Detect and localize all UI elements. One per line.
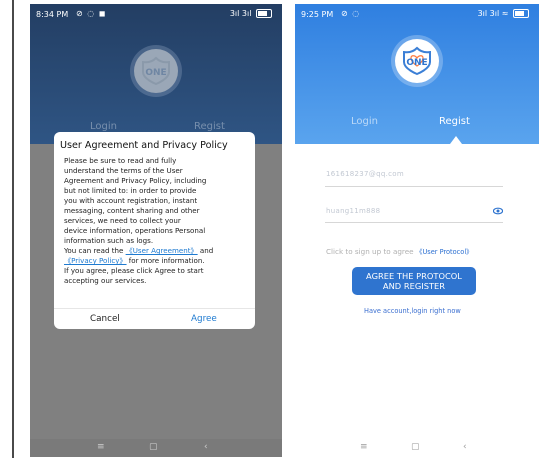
timer-icon: ◌ (87, 9, 95, 18)
system-nav-bar: ≡ ▢ ‹ (30, 439, 282, 457)
body-line: you with account registration, instant (64, 196, 198, 205)
dialog-divider (54, 308, 255, 309)
phone-screenshot-register: 9:25 PM ⊘ ◌ 3ıl 3ıl ≈ ONE Login Regist 1… (295, 4, 539, 457)
signup-text: Click to sign up to agree (326, 247, 416, 256)
shield-heart-logo-icon: ONE (142, 56, 170, 86)
agree-line-1: If you agree, please click Agree to star… (64, 266, 204, 275)
body-line: Please be sure to read and fully (64, 156, 177, 165)
phone-screenshot-agreement: 8:34 PM ⊘ ◌ ◼ 3ıl 3ıl ONE Login Regist U… (30, 4, 282, 457)
alarm-icon: ⊘ (76, 9, 83, 18)
signup-agree-text: Click to sign up to agree 《User Protocol… (326, 246, 473, 256)
privacy-policy-link[interactable]: 《Privacy Policy》 (64, 256, 127, 265)
svg-text:ONE: ONE (145, 68, 166, 78)
user-protocol-link[interactable]: 《User Protocol》 (416, 248, 473, 256)
agree-button-line2: AND REGISTER (382, 281, 446, 291)
status-bar: 9:25 PM ⊘ ◌ 3ıl 3ıl ≈ (295, 4, 539, 26)
readmore-suffix: for more information. (126, 256, 205, 265)
nav-home-icon[interactable]: ▢ (149, 442, 158, 452)
body-line: but not limited to: in order to provide (64, 186, 197, 195)
login-now-link[interactable]: Have account,login right now (364, 307, 461, 315)
status-time: 8:34 PM (36, 10, 69, 19)
email-underline (325, 186, 503, 187)
svg-text:ONE: ONE (406, 58, 427, 68)
email-field[interactable]: 161618237@qq.com (326, 170, 404, 178)
app-notification-icon: ◼ (98, 9, 106, 18)
app-logo: ONE (395, 39, 439, 83)
battery-icon (513, 9, 529, 18)
user-agreement-link[interactable]: 《User Agreement》 (126, 246, 198, 255)
tab-login[interactable]: Login (90, 121, 117, 132)
app-header: 8:34 PM ⊘ ◌ ◼ 3ıl 3ıl ONE Login Regist (30, 4, 282, 144)
status-notification-icons: ⊘ ◌ (339, 9, 359, 18)
body-line: information such as logs. (64, 236, 154, 245)
cancel-button[interactable]: Cancel (90, 314, 120, 324)
agree-button-line1: AGREE THE PROTOCOL (366, 271, 462, 281)
agree-line-2: accepting our services. (64, 276, 147, 285)
alarm-icon: ⊘ (341, 9, 348, 18)
dialog-title: User Agreement and Privacy Policy (60, 140, 228, 151)
tab-regist[interactable]: Regist (439, 116, 470, 127)
nav-home-icon[interactable]: ▢ (411, 442, 420, 452)
nav-menu-icon[interactable]: ≡ (97, 442, 105, 452)
dialog-body: Please be sure to read and fully underst… (64, 156, 249, 286)
nav-back-icon[interactable]: ‹ (463, 442, 467, 452)
password-field[interactable]: huang11m888 (326, 207, 380, 215)
timer-icon: ◌ (352, 9, 360, 18)
app-header: 9:25 PM ⊘ ◌ 3ıl 3ıl ≈ ONE Login Regist (295, 4, 539, 144)
body-line: Agreement and Privacy Policy, including (64, 176, 207, 185)
readmore-line-2: 《Privacy Policy》 for more information. (64, 256, 249, 266)
status-time: 9:25 PM (301, 10, 334, 19)
app-logo: ONE (134, 49, 178, 93)
body-line: services, we need to collect your (64, 216, 181, 225)
password-underline (325, 222, 503, 223)
agree-register-button[interactable]: AGREE THE PROTOCOL AND REGISTER (352, 267, 476, 295)
tab-login[interactable]: Login (351, 116, 378, 127)
agree-button[interactable]: Agree (191, 314, 217, 324)
and-text: and (197, 246, 214, 255)
signal-icon: 3ıl 3ıl (229, 9, 252, 18)
tab-regist[interactable]: Regist (194, 121, 225, 132)
readmore-line: You can read the 《User Agreement》 and (64, 246, 249, 256)
signal-icon: 3ıl 3ıl ≈ (477, 9, 509, 18)
left-edge-line (12, 0, 14, 458)
body-line: device information, operations Personal (64, 226, 206, 235)
tab-active-indicator (450, 136, 462, 144)
body-line: messaging, content sharing and other (64, 206, 200, 215)
status-bar: 8:34 PM ⊘ ◌ ◼ 3ıl 3ıl (30, 4, 282, 26)
readmore-prefix: You can read the (64, 246, 126, 255)
nav-back-icon[interactable]: ‹ (204, 442, 208, 452)
nav-menu-icon[interactable]: ≡ (360, 442, 368, 452)
agreement-dialog: User Agreement and Privacy Policy Please… (54, 132, 255, 329)
status-signal: 3ıl 3ıl (228, 9, 272, 18)
shield-heart-logo-icon: ONE (403, 46, 431, 76)
battery-icon (256, 9, 272, 18)
system-nav-bar: ≡ ▢ ‹ (295, 439, 539, 457)
status-notification-icons: ⊘ ◌ ◼ (74, 9, 105, 18)
body-line: understand the terms of the User (64, 166, 183, 175)
eye-icon[interactable] (493, 206, 503, 216)
status-signal: 3ıl 3ıl ≈ (476, 9, 529, 18)
